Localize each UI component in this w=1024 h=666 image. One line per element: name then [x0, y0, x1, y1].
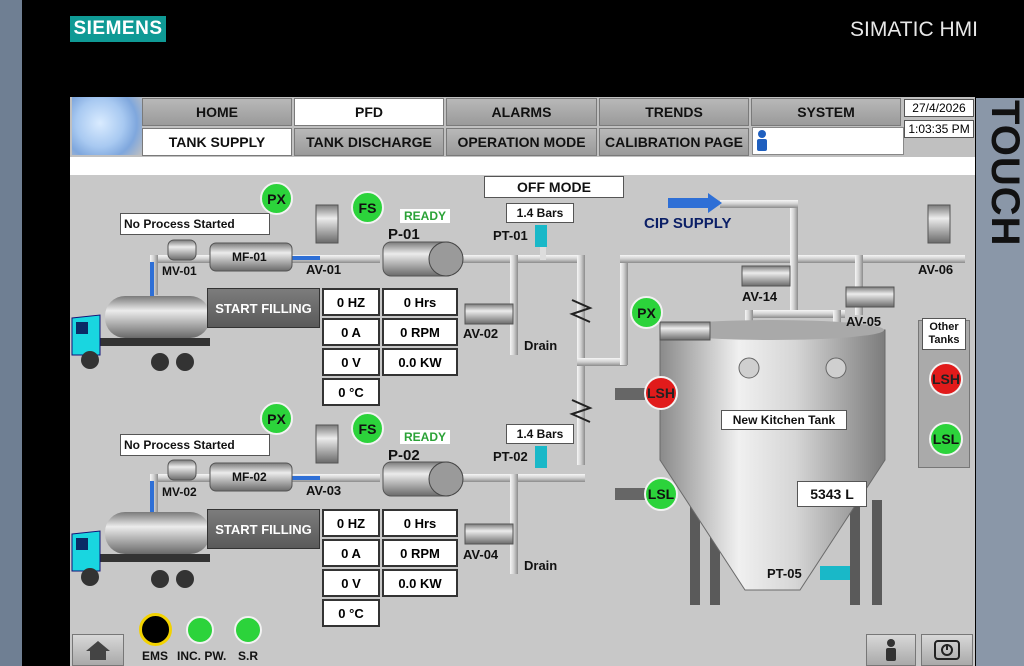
- line1-drain-label: Drain: [524, 338, 558, 353]
- line2-amps: 0 A: [322, 539, 380, 567]
- other-tanks-lsl-indicator: LSL: [929, 422, 963, 456]
- line2-drain-label: Drain: [524, 558, 558, 573]
- line2-volts: 0 V: [322, 569, 380, 597]
- av05-label: AV-05: [846, 314, 882, 329]
- tank-name-label: New Kitchen Tank: [721, 410, 847, 430]
- line2-pressure: 1.4 Bars: [506, 424, 574, 444]
- line1-av-a-label: AV-01: [306, 262, 342, 277]
- process-diagram: [71, 193, 965, 605]
- av14-label: AV-14: [742, 289, 778, 304]
- line1-av-b-label: AV-02: [463, 326, 499, 341]
- power-button[interactable]: [921, 634, 973, 666]
- line1-px-indicator: PX: [260, 182, 293, 215]
- tank-lsh-indicator: LSH: [644, 376, 678, 410]
- av06-label: AV-06: [918, 262, 954, 277]
- cip-supply-label: CIP SUPPLY: [644, 215, 732, 232]
- other-tanks-lsh-indicator: LSH: [929, 362, 963, 396]
- line2-ready-status: READY: [400, 430, 451, 444]
- user-button[interactable]: [866, 634, 916, 666]
- ems-label: EMS: [142, 649, 169, 663]
- home-button[interactable]: [72, 634, 124, 666]
- line2-status: No Process Started: [120, 434, 270, 456]
- arrow-right-icon: [668, 193, 722, 213]
- line2-temp: 0 °C: [322, 599, 380, 627]
- sr-label: S.R: [238, 649, 259, 663]
- line1-mv-label: MV-01: [162, 264, 197, 278]
- line1-hrs: 0 Hrs: [382, 288, 458, 316]
- line2-hrs: 0 Hrs: [382, 509, 458, 537]
- truck-icon: [71, 296, 210, 371]
- line1-kw: 0.0 KW: [382, 348, 458, 376]
- line1-rpm: 0 RPM: [382, 318, 458, 346]
- tank-lsl-indicator: LSL: [644, 477, 678, 511]
- line1-mf-label: MF-01: [232, 250, 267, 264]
- pump-icon: [382, 461, 464, 497]
- line2-fs-indicator: FS: [351, 412, 384, 445]
- inc-pw-lamp: [186, 616, 214, 644]
- sr-lamp: [234, 616, 262, 644]
- line1-volts: 0 V: [322, 348, 380, 376]
- line1-pump-label: P-01: [388, 226, 420, 243]
- line2-rpm: 0 RPM: [382, 539, 458, 567]
- tank-pt-label: PT-05: [767, 566, 802, 581]
- ems-lamp: [139, 613, 172, 646]
- line1-pressure: 1.4 Bars: [506, 203, 574, 223]
- line1-ready-status: READY: [400, 209, 451, 223]
- line1-amps: 0 A: [322, 318, 380, 346]
- line2-mf-label: MF-02: [232, 470, 267, 484]
- line1-hz: 0 HZ: [322, 288, 380, 316]
- other-tanks-title: Other Tanks: [922, 318, 966, 350]
- line1-pt-label: PT-01: [493, 228, 528, 243]
- pump-icon: [382, 241, 464, 277]
- line2-hz: 0 HZ: [322, 509, 380, 537]
- user-icon: [886, 639, 896, 661]
- line2-kw: 0.0 KW: [382, 569, 458, 597]
- line1-temp: 0 °C: [322, 378, 380, 406]
- line2-pt-label: PT-02: [493, 449, 528, 464]
- line1-start-filling-button[interactable]: START FILLING: [207, 288, 320, 328]
- truck-icon: [71, 512, 210, 588]
- line2-pump-label: P-02: [388, 447, 420, 464]
- line2-av-b-label: AV-04: [463, 547, 499, 562]
- line2-mv-label: MV-02: [162, 485, 197, 499]
- tank-px-indicator: PX: [630, 296, 663, 329]
- power-icon: [934, 640, 960, 660]
- line2-start-filling-button[interactable]: START FILLING: [207, 509, 320, 549]
- line1-fs-indicator: FS: [351, 191, 384, 224]
- mode-display: OFF MODE: [484, 176, 624, 198]
- line2-px-indicator: PX: [260, 402, 293, 435]
- inc-pw-label: INC. PW.: [177, 649, 227, 663]
- line2-av-a-label: AV-03: [306, 483, 342, 498]
- line1-status: No Process Started: [120, 213, 270, 235]
- tank-level-display: 5343 L: [797, 481, 867, 507]
- home-icon: [86, 641, 110, 660]
